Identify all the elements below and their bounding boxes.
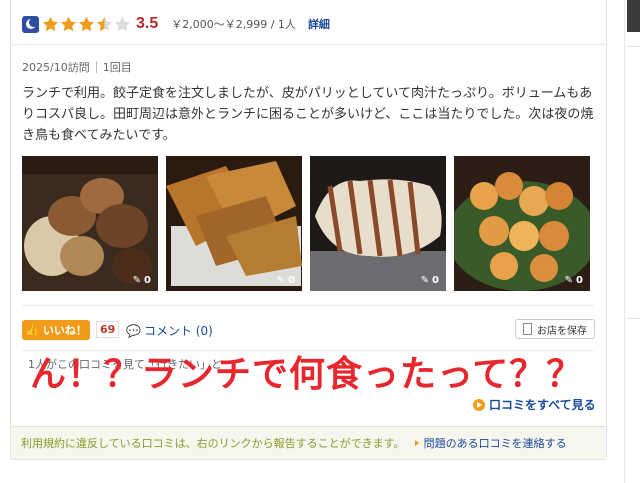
right-column-header (627, 0, 640, 32)
gyoza-photo (166, 156, 302, 291)
visit-date: 2025/10訪問 (22, 61, 90, 74)
visit-info: 2025/10訪問 1回目 (22, 59, 132, 75)
yakitori-photo (22, 156, 158, 291)
divider (22, 305, 594, 306)
comment-link[interactable]: 💬 コメント (0) (126, 322, 213, 339)
star-rating (42, 16, 132, 33)
review-photo[interactable]: ✎ 0 (22, 156, 158, 291)
triangle-right-icon (414, 440, 419, 446)
right-column-border (624, 0, 625, 483)
star-icon (42, 16, 59, 33)
review-photo[interactable]: ✎ 0 (310, 156, 446, 291)
see-all-reviews-link[interactable]: 口コミをすべて見る (473, 396, 596, 413)
photo-likes: ✎ 0 (420, 275, 439, 286)
bookmark-icon (523, 323, 532, 335)
review-photo[interactable]: ✎ 0 (454, 156, 590, 291)
like-button[interactable]: 👍 いいね！ (22, 320, 90, 340)
camera-like-icon: ✎ (276, 275, 286, 286)
comment-bubble-icon: 💬 (126, 323, 141, 338)
photo-gallery: ✎ 0 ✎ 0 ✎ 0 ✎ 0 (22, 156, 598, 291)
review-photo[interactable]: ✎ 0 (166, 156, 302, 291)
save-restaurant-button[interactable]: お店を保存 (515, 319, 595, 339)
camera-like-icon: ✎ (132, 275, 142, 286)
rating-row: 3.5 ￥2,000～￥2,999 / 1人 詳細 (22, 12, 330, 36)
review-text: ランチで利用。餃子定食を注文しましたが、皮がパリッとしていて肉汁たっぷり。ボリュ… (22, 86, 594, 143)
report-footer: 利用規約に違反している口コミは、右のリンクから報告することができます。 問題のあ… (11, 426, 606, 459)
photo-likes: ✎ 0 (132, 275, 151, 286)
skewers-photo (454, 156, 590, 291)
divider (10, 44, 607, 45)
visit-count: 1回目 (102, 61, 132, 74)
right-column-divider (627, 46, 640, 47)
photo-likes: ✎ 0 (276, 275, 295, 286)
report-link[interactable]: 問題のある口コミを連絡する (414, 427, 567, 459)
rating-score: 3.5 (136, 15, 159, 32)
star-icon (96, 16, 113, 33)
detail-link[interactable]: 詳細 (308, 16, 330, 32)
photo-likes: ✎ 0 (564, 275, 583, 286)
like-hand-icon: 👍 (25, 323, 39, 337)
right-column-divider (627, 318, 640, 319)
visit-separator (95, 61, 97, 73)
dinner-moon-icon (22, 15, 39, 33)
overlay-caption: ん！？ランチで何食ったって？？ (30, 354, 584, 395)
camera-like-icon: ✎ (420, 275, 430, 286)
arrow-right-icon (473, 398, 485, 411)
terms-notice: 利用規約に違反している口コミは、右のリンクから報告することができます。 (21, 437, 405, 450)
price-range: ￥2,000～￥2,999 / 1人 (171, 18, 296, 31)
star-icon (60, 16, 77, 33)
camera-like-icon: ✎ (564, 275, 574, 286)
like-count[interactable]: 69 (96, 321, 120, 338)
star-icon (78, 16, 95, 33)
star-icon (114, 16, 131, 33)
grilled-squid-photo (310, 156, 446, 291)
